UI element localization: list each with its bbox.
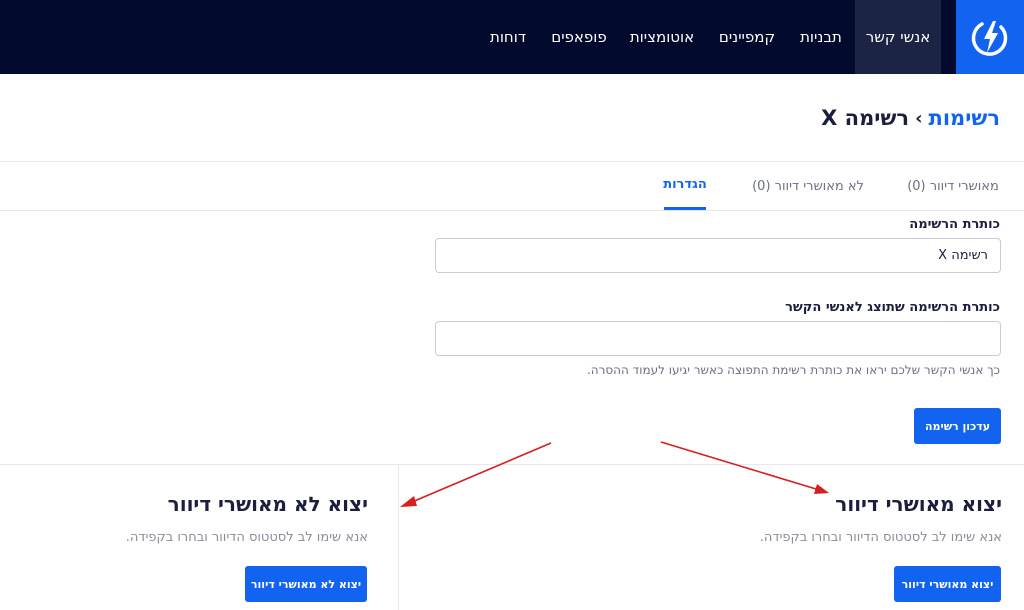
display-title-hint: כך אנשי הקשר שלכם יראו את כותרת רשימת הת… bbox=[586, 363, 1000, 377]
list-title-label: כותרת הרשימה bbox=[909, 217, 1000, 232]
nav-item-templates[interactable]: תבניות bbox=[788, 0, 854, 74]
update-list-button[interactable]: עדכון רשימה bbox=[914, 408, 1001, 444]
page-header: רשימות › רשימה X bbox=[0, 74, 1024, 162]
nav-item-popups[interactable]: פופאפים bbox=[540, 0, 618, 74]
tab-bar: מאושרי דיוור (0) לא מאושרי דיוור (0) הגד… bbox=[0, 162, 1024, 211]
export-approved-title: יצוא מאושרי דיוור bbox=[835, 492, 1002, 516]
export-unapproved-button[interactable]: יצוא לא מאושרי דיוור bbox=[245, 566, 367, 602]
tab-unapproved[interactable]: לא מאושרי דיוור (0) bbox=[750, 162, 866, 210]
breadcrumb: רשימות › רשימה X bbox=[821, 106, 1000, 130]
top-navigation-bar: אנשי קשר תבניות קמפיינים אוטומציות פופאפ… bbox=[0, 0, 1024, 74]
display-title-input[interactable] bbox=[435, 321, 1001, 356]
page-title: רשימה X bbox=[821, 106, 910, 130]
tab-settings[interactable]: הגדרות bbox=[663, 162, 707, 210]
nav-item-contacts[interactable]: אנשי קשר bbox=[855, 0, 941, 74]
export-unapproved-title: יצוא לא מאושרי דיוור bbox=[167, 492, 368, 516]
export-approved-button[interactable]: יצוא מאושרי דיוור bbox=[894, 566, 1001, 602]
display-title-label: כותרת הרשימה שתוצג לאנשי הקשר bbox=[785, 300, 1000, 315]
nav-item-automations[interactable]: אוטומציות bbox=[618, 0, 706, 74]
panel-divider bbox=[398, 465, 399, 610]
annotation-arrow-right bbox=[660, 441, 829, 494]
app-logo[interactable] bbox=[956, 0, 1024, 74]
tab-approved[interactable]: מאושרי דיוור (0) bbox=[900, 162, 1006, 210]
annotation-arrow-left bbox=[400, 442, 552, 507]
breadcrumb-lists-link[interactable]: רשימות bbox=[928, 106, 1000, 130]
list-title-input[interactable] bbox=[435, 238, 1001, 273]
lightning-bolt-icon bbox=[971, 21, 1008, 56]
nav-item-reports[interactable]: דוחות bbox=[476, 0, 540, 74]
section-divider bbox=[0, 464, 1024, 465]
export-approved-description: אנא שימו לב לסטטוס הדיוור ובחרו בקפידה. bbox=[759, 530, 1002, 545]
export-unapproved-description: אנא שימו לב לסטטוס הדיוור ובחרו בקפידה. bbox=[125, 530, 368, 545]
nav-item-campaigns[interactable]: קמפיינים bbox=[706, 0, 788, 74]
breadcrumb-separator: › bbox=[915, 107, 923, 129]
